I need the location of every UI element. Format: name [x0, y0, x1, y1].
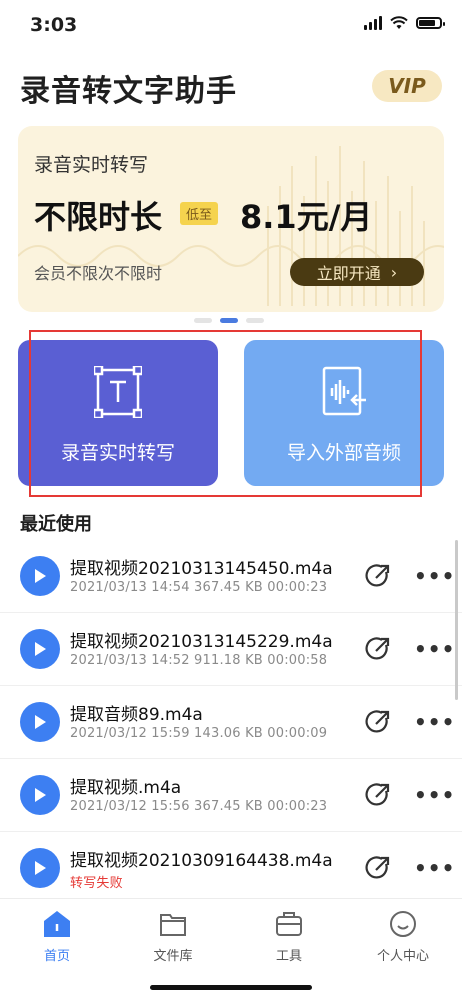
signal-icon — [364, 16, 382, 30]
play-icon — [35, 642, 46, 656]
tab-tools[interactable]: 工具 — [244, 909, 334, 964]
app-title: 录音转文字助手 — [20, 74, 237, 109]
list-item[interactable]: 提取视频.m4a 2021/03/12 15:56 367.45 KB 00:0… — [0, 759, 462, 832]
carousel-dot — [246, 318, 264, 323]
home-icon — [44, 911, 70, 937]
file-name: 提取视频.m4a — [70, 778, 182, 798]
file-meta: 2021/03/13 14:54 367.45 KB 00:00:23 — [70, 580, 328, 595]
play-icon — [35, 788, 46, 802]
carousel-indicator — [194, 318, 264, 323]
carousel-dot-active — [220, 318, 238, 323]
tab-label: 首页 — [43, 949, 70, 964]
play-button[interactable] — [20, 556, 60, 596]
play-icon — [35, 715, 46, 729]
play-button[interactable] — [20, 629, 60, 669]
status-time: 3:03 — [30, 14, 78, 36]
scrollbar[interactable] — [455, 540, 458, 700]
home-indicator — [150, 985, 312, 990]
banner-subtitle: 录音实时转写 — [34, 154, 149, 176]
promo-banner[interactable]: 录音实时转写 不限时长 低至 8.1元/月 会员不限次不限时 立即开通 › — [18, 126, 444, 312]
list-item[interactable]: 提取音频89.m4a 2021/03/12 15:59 143.06 KB 00… — [0, 686, 462, 759]
more-icon[interactable]: ••• — [414, 710, 455, 734]
play-icon — [35, 861, 46, 875]
more-icon[interactable]: ••• — [414, 637, 455, 661]
tab-files[interactable]: 文件库 — [128, 909, 218, 964]
file-meta: 2021/03/12 15:59 143.06 KB 00:00:09 — [70, 726, 328, 741]
file-name: 提取视频20210313145450.m4a — [70, 559, 333, 579]
tab-home[interactable]: 首页 — [12, 909, 102, 964]
vip-button[interactable]: VIP — [372, 70, 442, 102]
file-meta: 2021/03/13 14:52 911.18 KB 00:00:58 — [70, 653, 328, 668]
file-meta: 2021/03/12 15:56 367.45 KB 00:00:23 — [70, 799, 328, 814]
share-icon[interactable] — [364, 708, 392, 736]
play-button[interactable] — [20, 775, 60, 815]
status-icons — [364, 16, 445, 30]
play-icon — [35, 569, 46, 583]
recent-section-title: 最近使用 — [20, 514, 92, 535]
toolbox-icon — [276, 912, 302, 936]
tab-label: 工具 — [275, 949, 302, 964]
carousel-dot — [194, 318, 212, 323]
battery-icon — [416, 17, 445, 29]
highlight-box — [29, 330, 422, 497]
subscribe-button[interactable]: 立即开通 › — [290, 258, 424, 286]
transcribe-failed-status: 转写失败 — [70, 876, 123, 891]
share-icon[interactable] — [364, 781, 392, 809]
share-icon[interactable] — [364, 635, 392, 663]
subscribe-button-label: 立即开通 — [316, 264, 381, 283]
profile-icon — [390, 911, 416, 937]
tab-label: 文件库 — [153, 949, 193, 964]
list-item[interactable]: 提取视频20210313145229.m4a 2021/03/13 14:52 … — [0, 613, 462, 686]
share-icon[interactable] — [364, 562, 392, 590]
banner-description: 会员不限次不限时 — [34, 264, 163, 283]
list-item[interactable]: 提取视频20210309164438.m4a 转写失败 ••• — [0, 832, 462, 905]
chevron-right-icon: › — [390, 262, 398, 282]
tab-label: 个人中心 — [376, 949, 429, 964]
more-icon[interactable]: ••• — [414, 564, 455, 588]
share-icon[interactable] — [364, 854, 392, 882]
file-name: 提取视频20210313145229.m4a — [70, 632, 333, 652]
banner-price: 8.1元/月 — [240, 198, 373, 236]
file-name: 提取音频89.m4a — [70, 705, 203, 725]
price-tag: 低至 — [180, 202, 219, 225]
recent-list: 提取视频20210313145450.m4a 2021/03/13 14:54 … — [0, 540, 462, 905]
tab-profile[interactable]: 个人中心 — [358, 909, 448, 964]
wifi-icon — [390, 16, 408, 29]
more-icon[interactable]: ••• — [414, 856, 455, 880]
file-name: 提取视频20210309164438.m4a — [70, 851, 333, 871]
list-item[interactable]: 提取视频20210313145450.m4a 2021/03/13 14:54 … — [0, 540, 462, 613]
play-button[interactable] — [20, 848, 60, 888]
play-button[interactable] — [20, 702, 60, 742]
folder-icon — [160, 914, 186, 936]
banner-headline: 不限时长 — [34, 198, 163, 236]
more-icon[interactable]: ••• — [414, 783, 455, 807]
